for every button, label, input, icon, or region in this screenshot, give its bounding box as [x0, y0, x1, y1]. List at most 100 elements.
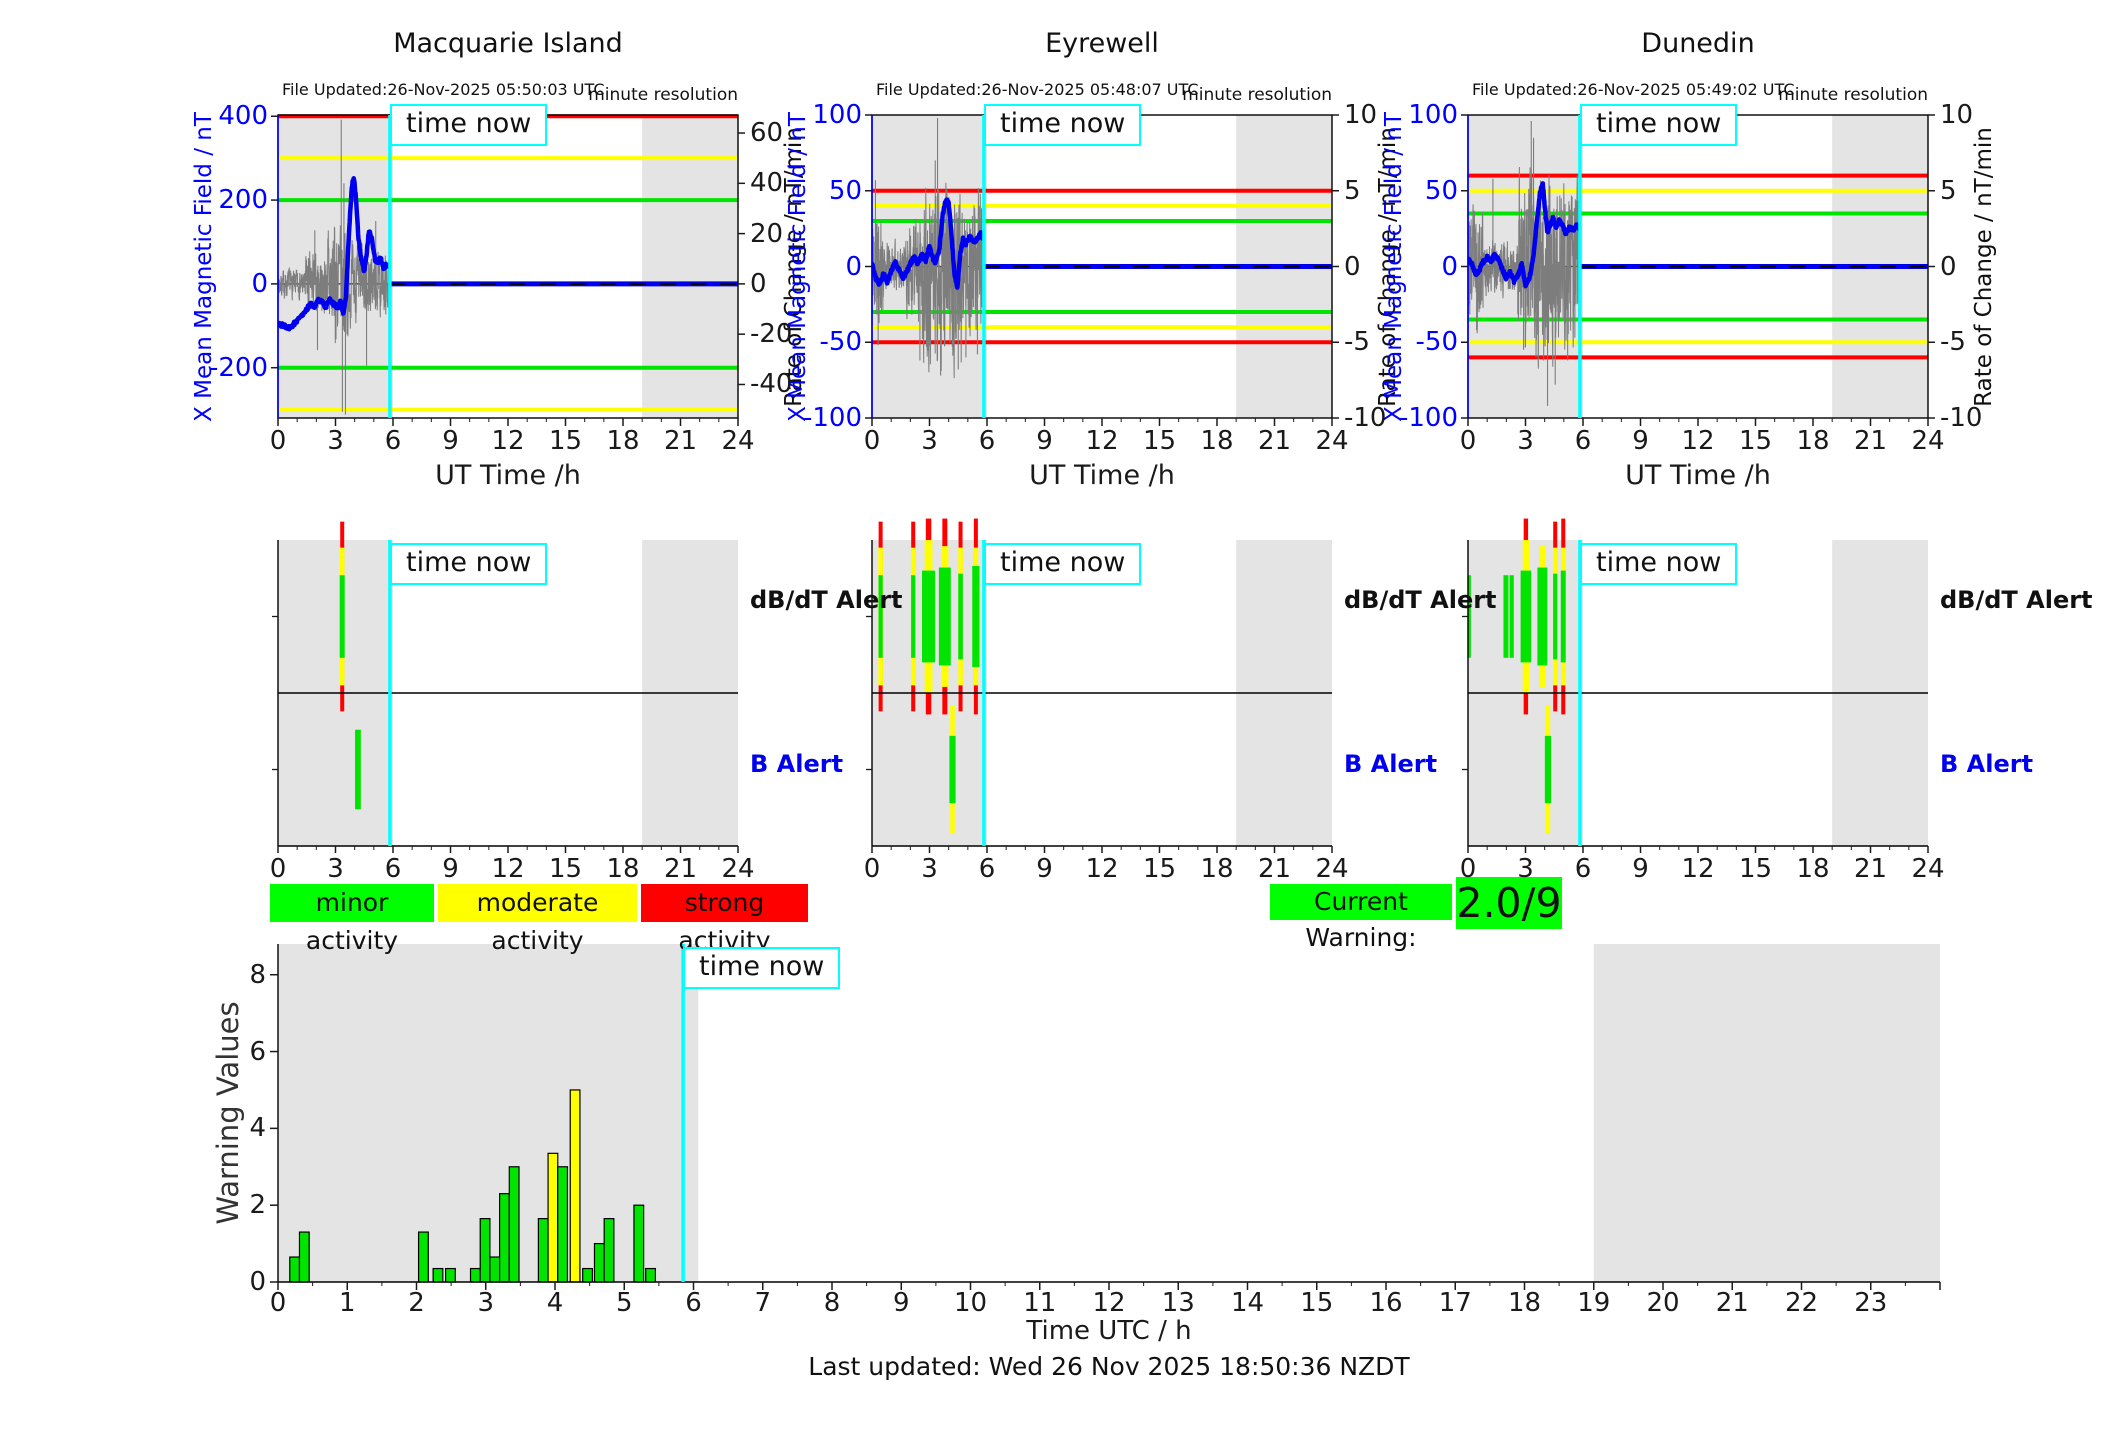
x-tick-label: 14	[1230, 1288, 1265, 1318]
legend-strong-activity: strong activity	[641, 884, 808, 955]
x-tick-label: 18	[1796, 426, 1830, 456]
x-tick-label: 15	[1142, 854, 1177, 884]
x-tick-label: 9	[1632, 426, 1649, 456]
alert-segment-green	[1520, 570, 1532, 663]
x-tick-label: 18	[606, 854, 640, 884]
x-tick-label: 21	[1853, 854, 1888, 884]
time-now-flag: time now	[390, 104, 548, 146]
warning-value-bar	[444, 1267, 456, 1283]
legend-moderate-activity: moderate activity	[438, 884, 637, 955]
warning-value-bar	[593, 1242, 605, 1283]
y-axis-label-left-dunedin: X Mean Magnetic Field / nT	[1381, 112, 1407, 422]
alert-segment-green	[958, 573, 963, 660]
y-tick-label-right: 40	[750, 168, 784, 199]
warning-value-bar	[569, 1089, 581, 1283]
y-tick-label-right: 0	[750, 268, 767, 299]
x-tick-label: 21	[1853, 426, 1888, 456]
x-tick-label: 12	[1681, 426, 1715, 456]
x-tick-label: 24	[1315, 854, 1349, 884]
x-tick-label: 6	[978, 854, 996, 884]
x-tick-label: 12	[1085, 854, 1119, 884]
x-tick-label: 6	[685, 1288, 702, 1318]
b-alert-label: B Alert	[1940, 750, 2034, 778]
x-tick-label: 7	[754, 1288, 772, 1318]
x-tick-label: 0	[1459, 854, 1477, 884]
warning-value-bar	[547, 1152, 559, 1283]
alert-segment-green	[911, 575, 916, 658]
x-tick-label: 6	[1574, 426, 1592, 456]
x-tick-label: 3	[1517, 854, 1534, 884]
x-axis-label: UT Time /h	[1625, 460, 1771, 491]
x-tick-label: 18	[1796, 854, 1830, 884]
alert-segment-green	[339, 575, 345, 658]
x-tick-label: 12	[1092, 1288, 1126, 1318]
x-tick-label: 15	[1738, 854, 1773, 884]
time-now-flag: time now	[390, 543, 548, 585]
x-tick-label: 21	[663, 426, 698, 456]
y-tick-label-left: 0	[845, 251, 862, 282]
future-region	[642, 115, 738, 418]
x-tick-label: 12	[491, 426, 525, 456]
time-now-flag: time now	[984, 104, 1142, 146]
alert-segment-green	[938, 567, 951, 666]
y-tick-label: 0	[249, 1267, 266, 1297]
x-tick-label: 12	[1085, 426, 1119, 456]
x-tick-label: 15	[548, 426, 583, 456]
y-tick-label-right: 10	[1344, 100, 1378, 130]
y-tick-label-right: -10	[1344, 403, 1387, 433]
x-tick-label: 0	[863, 426, 881, 456]
last-updated-text: Last updated: Wed 26 Nov 2025 18:50:36 N…	[808, 1352, 1410, 1381]
x-tick-label: 2	[408, 1288, 425, 1318]
x-tick-label: 21	[663, 854, 698, 884]
x-tick-label: 15	[548, 854, 583, 884]
minute-resolution-label: minute resolution	[588, 85, 738, 105]
alert-segment-green	[1544, 735, 1551, 804]
x-tick-label: 6	[384, 426, 402, 456]
y-tick-label: 2	[249, 1190, 266, 1221]
y-tick-label: 8	[249, 959, 266, 990]
x-tick-label: 1	[338, 1288, 356, 1318]
x-tick-label: 9	[442, 426, 459, 456]
y-tick-label-left: -100	[802, 403, 862, 433]
warning-value-bar	[557, 1166, 569, 1283]
station-title-macquarie: Macquarie Island	[393, 28, 623, 59]
time-now-flag: time now	[1580, 104, 1738, 146]
y-tick-label-left: 50	[828, 175, 862, 206]
y-tick-label-right: 5	[1344, 175, 1361, 206]
alert-segment-green	[1509, 575, 1514, 658]
y-tick-label-left: 50	[1424, 175, 1458, 206]
warning-value-bar	[432, 1267, 444, 1283]
x-tick-label: 11	[1023, 1288, 1057, 1318]
x-tick-label: 18	[606, 426, 640, 456]
b-alert-label: B Alert	[1344, 750, 1438, 778]
x-tick-label: 24	[721, 426, 755, 456]
minute-resolution-label: minute resolution	[1778, 85, 1928, 105]
y-tick-label-left: 0	[251, 268, 268, 299]
current-warning-label: Current Warning:	[1270, 884, 1452, 952]
x-tick-label: 3	[327, 854, 344, 884]
x-tick-label: 9	[442, 854, 459, 884]
x-tick-label: 0	[269, 426, 287, 456]
alert-segment-green	[949, 735, 956, 804]
warning-value-bar	[537, 1218, 549, 1283]
y-tick-label-left: 400	[218, 101, 268, 132]
x-tick-label: 21	[1257, 854, 1292, 884]
warning-value-bar	[582, 1267, 593, 1283]
x-tick-label: 0	[269, 854, 287, 884]
dbdt-alert-label: dB/dT Alert	[1940, 586, 2093, 614]
y-tick-label-left: -200	[208, 352, 268, 383]
x-tick-label: 20	[1646, 1288, 1680, 1318]
alert-segment-green	[972, 566, 980, 667]
y-tick-label-right: -20	[750, 319, 793, 350]
y-tick-label-right: -5	[1344, 327, 1370, 358]
y-tick-label: 6	[249, 1036, 266, 1067]
time-now-flag: time now	[1580, 543, 1738, 585]
y-axis-label-right-dunedin: Rate of Change / nT/min	[1971, 127, 1997, 407]
alert-segment-green	[1553, 573, 1558, 660]
x-tick-label: 9	[1036, 854, 1053, 884]
y-tick-label-right: 5	[1940, 175, 1957, 206]
geomagnetic-dashboard: Macquarie Island File Updated:26-Nov-202…	[0, 0, 2117, 1437]
x-tick-label: 16	[1369, 1288, 1403, 1318]
y-tick-label-left: -50	[819, 327, 862, 358]
x-tick-label: 6	[1574, 854, 1592, 884]
